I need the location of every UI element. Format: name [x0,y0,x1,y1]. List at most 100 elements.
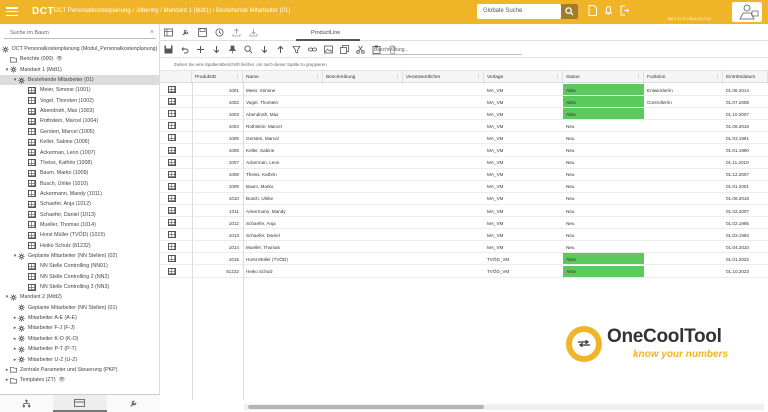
table-cell-vorlage[interactable]: MA_VM [484,169,563,180]
table-row[interactable]: 1008 Theiss, Kathrin MA_VM Neu 01.12.2007 [160,169,768,181]
table-cell-verantwortlicher[interactable] [403,96,484,107]
table-cell-status[interactable]: Neu [563,205,644,216]
row-detail-icon[interactable] [168,182,176,190]
tree-node[interactable]: ▾ Geplante Mitarbeiter (NN Stellen) (02) [12,251,117,261]
table-cell-produktid[interactable]: 1011 [192,205,243,216]
history-icon[interactable] [215,28,224,37]
table-cell-vorlage[interactable]: MA_VM [484,181,563,192]
table-row[interactable]: 1010 Busch, Ulrike MA_VM Neu 01.08.2018 [160,193,768,205]
table-cell-verantwortlicher[interactable] [403,205,484,216]
table-cell-status[interactable]: Neu [563,132,644,143]
row-detail-icon[interactable] [168,158,176,166]
row-detail-icon[interactable] [168,255,176,263]
tree-node[interactable]: Mueller, Thomas (1014) [22,220,96,230]
table-cell-eintrittsdatum[interactable]: 01.11.2010 [723,157,768,168]
add-icon[interactable] [196,45,205,54]
row-detail-icon[interactable] [168,194,176,202]
tree-node[interactable]: Abendroth, Max (1003) [22,106,94,116]
upload-icon[interactable] [232,28,241,37]
wrench-icon[interactable] [181,28,190,37]
table-cell-funktion[interactable] [644,132,723,143]
table-row[interactable]: 1015 Horst Müller (TVÖD) TVÖD_VM Aktiv 01.01… [160,253,768,266]
column-header[interactable]: Name ⋮ [243,71,323,84]
row-detail-icon[interactable] [168,146,176,154]
tab-productline[interactable]: ProductLine [296,24,360,41]
table-row[interactable]: 1014 Mueller, Thomas MA_VM Neu 01.04.2010 [160,241,768,254]
table-cell-beschreibung[interactable] [323,169,403,180]
filter-icon[interactable] [292,45,301,54]
tree-node[interactable]: Busch, Ulrike (1010) [22,179,88,189]
table-cell-beschreibung[interactable] [323,193,403,204]
table-row[interactable]: 1006 Keller, Sabine MA_VM Neu 01.01.1990 [160,145,768,157]
table-cell-eintrittsdatum[interactable]: 01.03.1991 [723,132,768,143]
table-cell-vorlage[interactable]: MA_VM [484,157,563,168]
table-cell-beschreibung[interactable] [323,120,403,131]
save-icon[interactable] [198,28,207,37]
table-cell-produktid[interactable]: 1007 [192,157,243,168]
table-cell-funktion[interactable] [644,193,723,204]
table-cell-beschreibung[interactable] [323,157,403,168]
table-cell-name[interactable]: Keller, Sabine [243,145,323,156]
table-cell-status[interactable]: Neu [563,217,644,228]
row-detail-icon[interactable] [168,207,176,214]
table-cell-eintrittsdatum[interactable]: 01.08.2018 [723,193,768,204]
tree-node[interactable]: Horst Müller (TVÖD) (1015) [22,230,105,240]
table-cell-status[interactable]: Aktiv [563,253,644,265]
table-row[interactable]: 1005 Gersten, Marcel MA_VM Neu 01.03.1991 [160,132,768,145]
tree-root[interactable]: DCT Personalkostenplanung (Modul_Persona… [2,44,157,54]
table-cell-vorlage[interactable]: MA_VM [484,84,563,95]
table-cell-funktion[interactable]: Controller/in [644,96,723,107]
row-detail-icon[interactable] [168,170,176,178]
row-detail-icon[interactable] [168,122,176,130]
table-row[interactable]: 1012 Schaefer, Anja MA_VM Neu 01.02.1995 [160,217,768,230]
tree-node[interactable]: Ackerman, Leon (1007) [22,148,95,158]
table-cell-funktion[interactable] [644,108,723,119]
table-cell-vorlage[interactable]: MA_VM [484,145,563,156]
column-header[interactable]: Beschreibung ⋮ [323,71,403,84]
table-cell-produktid[interactable]: 1014 [192,241,243,252]
table-cell-produktid[interactable]: 1010 [192,193,243,204]
table-cell-vorlage[interactable]: MA_VM [484,193,563,204]
tree-node[interactable]: ▸ Mitarbeiter P-T (P-T) [12,344,76,354]
column-menu-icon[interactable]: ⋮ [636,74,641,80]
arrow-down-icon[interactable] [260,45,269,54]
tab-tools[interactable] [107,395,160,412]
column-header[interactable]: ProduktID ⋮ [192,71,243,84]
table-cell-produktid[interactable]: 1002 [192,96,243,107]
table-cell-vorlage[interactable]: TVÖD_VM [484,266,563,277]
table-cell-beschreibung[interactable] [323,205,403,216]
table-cell-status[interactable]: Neu [563,229,644,240]
table-cell-eintrittsdatum[interactable]: 01.01.2022 [723,253,768,264]
table-cell-vorlage[interactable]: TVÖD_VM [484,253,563,264]
tree-search-input[interactable]: Suche im Baum × [4,27,156,39]
table-cell-beschreibung[interactable] [323,145,403,156]
table-cell-funktion[interactable] [644,169,723,180]
table-cell-verantwortlicher[interactable] [403,84,484,95]
column-menu-icon[interactable]: ⋮ [476,74,481,80]
table-cell-vorlage[interactable]: MA_VM [484,96,563,107]
column-header[interactable]: Vorlage ⋮ [484,71,563,84]
tree-node[interactable]: Rothstein, Marcel (1004) [22,116,98,126]
row-detail-icon[interactable] [168,219,176,227]
row-detail-icon[interactable] [168,243,176,251]
description-input[interactable]: Beschreibung... [372,44,522,55]
save-icon[interactable] [164,45,173,54]
table-cell-verantwortlicher[interactable] [403,193,484,204]
download-icon[interactable] [249,28,258,37]
table-cell-funktion[interactable] [644,217,723,228]
table-row[interactable]: 81232 Heiko Schulz TVÖD_VM Aktiv 01.10.2023 [160,265,768,278]
table-cell-status[interactable]: Neu [563,145,644,156]
tree-node[interactable]: ▾ Mandant 1 (Mdt1) [4,65,62,75]
tree-node[interactable]: NN Stelle Controlling (NN01) [22,261,108,271]
tree-node[interactable]: Schaefer, Daniel (1013) [22,210,96,220]
table-row[interactable]: 1004 Rothstein, Marcel MA_VM Neu 01.08.2018 [160,120,768,133]
table-cell-funktion[interactable] [644,181,723,192]
tree-node[interactable]: Theiss, Kathrin (1008) [22,158,92,168]
table-cell-status[interactable]: Aktiv [563,265,644,277]
tree-node[interactable]: Schaefer, Anja (1012) [22,199,91,209]
table-cell-status[interactable]: Aktiv [563,96,644,108]
table-row[interactable]: 1002 Vogel, Thorsten MA_VM Aktiv Controller/… [160,96,768,109]
table-cell-produktid[interactable]: 1001 [192,84,243,95]
column-header[interactable]: Funktion ⋮ [644,71,723,84]
tree-node[interactable]: ▾ Mandant 2 (Mdt2) [4,292,62,302]
